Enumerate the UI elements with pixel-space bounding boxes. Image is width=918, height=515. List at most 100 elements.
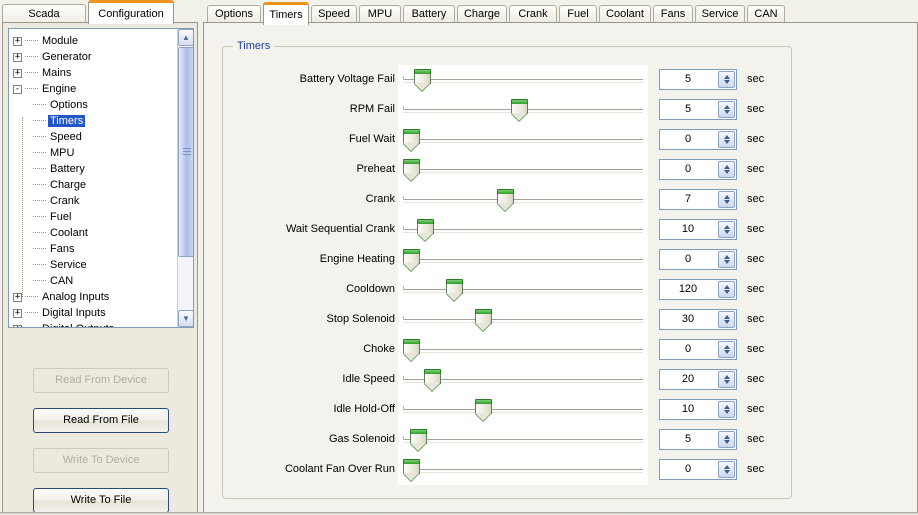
timer-value-spinner[interactable]: 20 <box>659 369 737 390</box>
spinner-up-icon[interactable] <box>723 165 730 169</box>
timer-value-spinner[interactable]: 5 <box>659 99 737 120</box>
read-from-file-button[interactable]: Read From File <box>33 408 169 433</box>
tree-item-digital-outputs[interactable]: + Digital Outputs <box>9 321 181 327</box>
slider-track[interactable] <box>403 289 643 293</box>
tree-item-service[interactable]: Service <box>9 257 193 273</box>
tab-timers[interactable]: Timers <box>263 2 309 25</box>
spinner-down-icon[interactable] <box>723 410 730 414</box>
slider-thumb[interactable] <box>417 219 435 241</box>
spinner-down-icon[interactable] <box>723 170 730 174</box>
slider-thumb[interactable] <box>403 249 420 271</box>
slider-thumb[interactable] <box>403 159 420 181</box>
expand-icon[interactable]: + <box>13 308 22 318</box>
timer-slider[interactable] <box>398 455 648 485</box>
spinner-arrows-icon[interactable] <box>718 311 735 328</box>
slider-track[interactable] <box>403 469 643 473</box>
spinner-arrows-icon[interactable] <box>718 461 735 478</box>
timer-value-spinner[interactable]: 10 <box>659 399 737 420</box>
slider-track[interactable] <box>403 259 643 263</box>
slider-track[interactable] <box>403 79 643 83</box>
tree-item-battery[interactable]: Battery <box>9 161 193 177</box>
slider-track[interactable] <box>403 349 643 353</box>
timer-slider[interactable] <box>398 215 648 245</box>
tree-scrollbar[interactable]: ▲ ▼ <box>177 29 193 327</box>
tree-item-analog-inputs[interactable]: + Analog Inputs <box>9 289 181 305</box>
spinner-down-icon[interactable] <box>723 290 730 294</box>
spinner-down-icon[interactable] <box>723 110 730 114</box>
spinner-up-icon[interactable] <box>723 285 730 289</box>
tree-item-module[interactable]: + Module <box>9 33 181 49</box>
timer-value-spinner[interactable]: 0 <box>659 249 737 270</box>
configuration-tree[interactable]: + Module + Generator + Mains - Engine Options Tim… <box>8 28 194 328</box>
timer-value-spinner[interactable]: 0 <box>659 459 737 480</box>
spinner-down-icon[interactable] <box>723 80 730 84</box>
spinner-up-icon[interactable] <box>723 405 730 409</box>
spinner-arrows-icon[interactable] <box>718 71 735 88</box>
spinner-down-icon[interactable] <box>723 320 730 324</box>
tree-item-coolant[interactable]: Coolant <box>9 225 193 241</box>
read-from-device-button[interactable]: Read From Device <box>33 368 169 393</box>
tree-item-options[interactable]: Options <box>9 97 193 113</box>
spinner-down-icon[interactable] <box>723 140 730 144</box>
slider-thumb[interactable] <box>424 369 442 391</box>
spinner-arrows-icon[interactable] <box>718 431 735 448</box>
spinner-arrows-icon[interactable] <box>718 161 735 178</box>
timer-value-spinner[interactable]: 5 <box>659 69 737 90</box>
slider-thumb[interactable] <box>403 339 420 361</box>
spinner-up-icon[interactable] <box>723 375 730 379</box>
slider-thumb[interactable] <box>511 99 529 121</box>
timer-slider[interactable] <box>398 95 648 125</box>
expand-icon[interactable]: + <box>13 68 22 78</box>
spinner-down-icon[interactable] <box>723 440 730 444</box>
slider-track[interactable] <box>403 139 643 143</box>
timer-slider[interactable] <box>398 245 648 275</box>
timer-value-input[interactable]: 10 <box>660 220 716 239</box>
timer-slider[interactable] <box>398 395 648 425</box>
timer-slider[interactable] <box>398 125 648 155</box>
spinner-up-icon[interactable] <box>723 135 730 139</box>
timer-slider[interactable] <box>398 185 648 215</box>
write-to-device-button[interactable]: Write To Device <box>33 448 169 473</box>
timer-slider[interactable] <box>398 65 648 95</box>
slider-track[interactable] <box>403 169 643 173</box>
tree-item-can[interactable]: CAN <box>9 273 193 289</box>
tree-item-fans[interactable]: Fans <box>9 241 193 257</box>
timer-slider[interactable] <box>398 365 648 395</box>
spinner-down-icon[interactable] <box>723 350 730 354</box>
slider-thumb[interactable] <box>496 189 514 211</box>
slider-thumb[interactable] <box>446 279 464 301</box>
spinner-arrows-icon[interactable] <box>718 191 735 208</box>
write-to-file-button[interactable]: Write To File <box>33 488 169 513</box>
scroll-up-icon[interactable]: ▲ <box>178 29 193 46</box>
timer-value-input[interactable]: 5 <box>660 70 716 89</box>
slider-thumb[interactable] <box>475 399 493 421</box>
tree-item-speed[interactable]: Speed <box>9 129 193 145</box>
slider-thumb[interactable] <box>414 69 432 91</box>
slider-track[interactable] <box>403 199 643 203</box>
timer-value-input[interactable]: 0 <box>660 160 716 179</box>
timer-value-input[interactable]: 0 <box>660 130 716 149</box>
timer-value-input[interactable]: 120 <box>660 280 716 299</box>
slider-track[interactable] <box>403 409 643 413</box>
timer-value-input[interactable]: 7 <box>660 190 716 209</box>
timer-value-input[interactable]: 10 <box>660 400 716 419</box>
spinner-arrows-icon[interactable] <box>718 281 735 298</box>
spinner-arrows-icon[interactable] <box>718 341 735 358</box>
spinner-up-icon[interactable] <box>723 465 730 469</box>
scroll-down-icon[interactable]: ▼ <box>178 310 193 327</box>
timer-value-input[interactable]: 5 <box>660 430 716 449</box>
spinner-up-icon[interactable] <box>723 75 730 79</box>
timer-value-spinner[interactable]: 120 <box>659 279 737 300</box>
tree-item-mains[interactable]: + Mains <box>9 65 181 81</box>
slider-track[interactable] <box>403 229 643 233</box>
collapse-icon[interactable]: - <box>13 84 22 94</box>
timer-value-spinner[interactable]: 0 <box>659 339 737 360</box>
slider-track[interactable] <box>403 319 643 323</box>
tree-item-fuel[interactable]: Fuel <box>9 209 193 225</box>
spinner-up-icon[interactable] <box>723 255 730 259</box>
timer-value-input[interactable]: 0 <box>660 460 716 479</box>
timer-value-input[interactable]: 5 <box>660 100 716 119</box>
spinner-up-icon[interactable] <box>723 105 730 109</box>
expand-icon[interactable]: + <box>13 52 22 62</box>
timer-slider[interactable] <box>398 275 648 305</box>
